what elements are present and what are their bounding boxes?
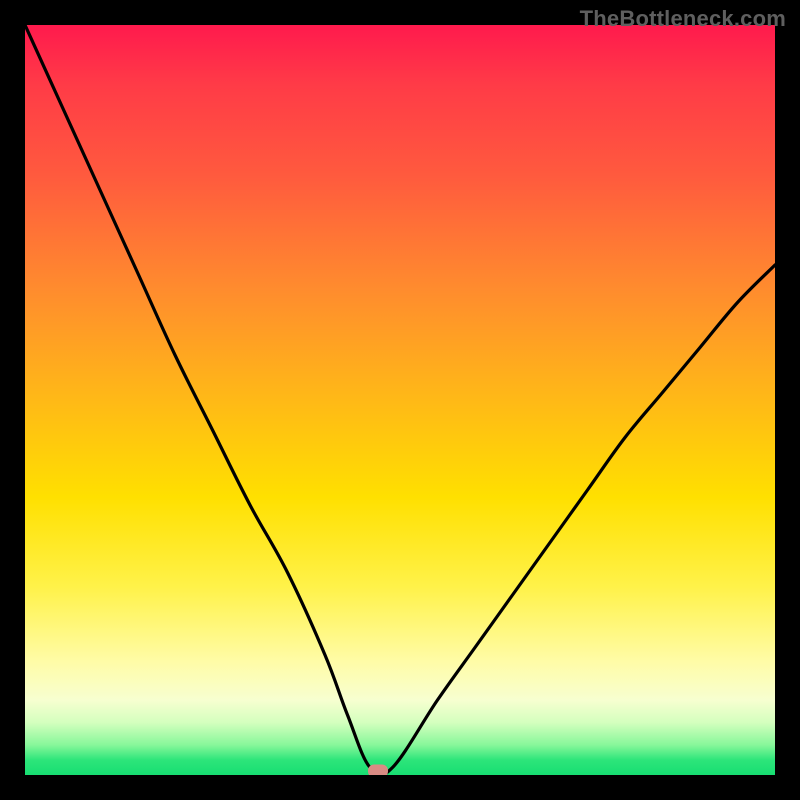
bottleneck-curve [25,25,775,775]
watermark-text: TheBottleneck.com [580,6,786,32]
curve-svg [25,25,775,775]
chart-frame: TheBottleneck.com [0,0,800,800]
optimal-point-marker [368,765,388,776]
plot-area [25,25,775,775]
